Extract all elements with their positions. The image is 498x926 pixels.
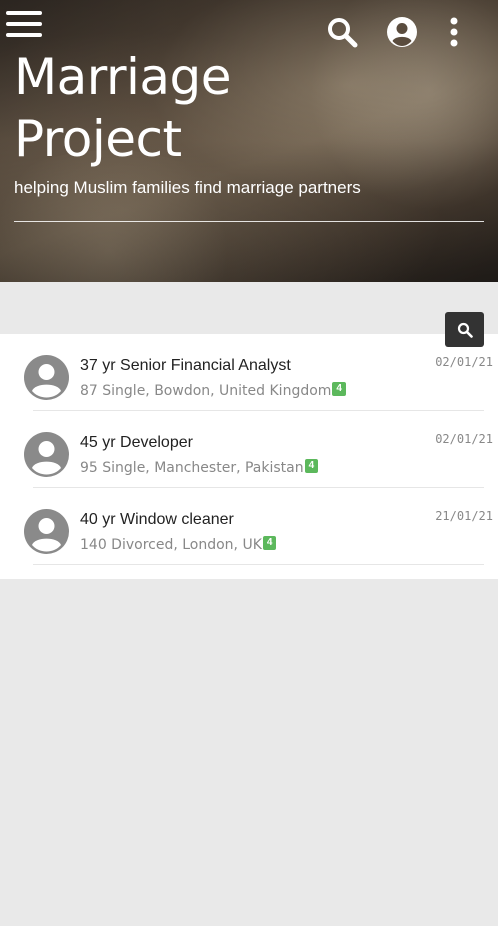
profile-details: 140 Divorced, London, UK	[80, 537, 262, 553]
count-badge: 4	[332, 382, 346, 396]
profile-list: 37 yr Senior Financial Analyst 87 Single…	[0, 334, 498, 579]
search-icon[interactable]	[326, 16, 358, 48]
search-button[interactable]	[445, 312, 484, 347]
profile-list-item[interactable]: 45 yr Developer 95 Single, Manchester, P…	[0, 411, 498, 488]
count-badge: 4	[304, 459, 319, 473]
profile-meta: 95 Single, Manchester, Pakistan 4	[80, 459, 319, 476]
profile-meta: 87 Single, Bowdon, United Kingdom 4	[80, 382, 346, 399]
profile-title: 37 yr Senior Financial Analyst	[80, 357, 291, 374]
profile-date: 21/01/21	[435, 509, 493, 523]
profile-details: 87 Single, Bowdon, United Kingdom	[80, 383, 332, 399]
profile-meta: 140 Divorced, London, UK 4	[80, 536, 277, 553]
profile-details: 95 Single, Manchester, Pakistan	[80, 460, 304, 476]
page-subtitle: helping Muslim families find marriage pa…	[14, 178, 361, 197]
more-vertical-icon[interactable]	[446, 16, 462, 48]
profile-date: 02/01/21	[435, 355, 493, 369]
profile-title: 45 yr Developer	[80, 434, 193, 451]
count-badge: 4	[262, 536, 277, 550]
page-title-line-1: Marriage	[14, 48, 232, 106]
avatar-icon	[24, 355, 69, 400]
avatar-icon	[24, 432, 69, 477]
profile-date: 02/01/21	[435, 432, 493, 446]
hero-banner: Marriage Project helping Muslim families…	[0, 0, 498, 282]
page-title: Marriage Project	[14, 46, 314, 170]
page-title-line-2: Project	[14, 110, 182, 168]
hero-divider	[14, 221, 484, 222]
avatar-icon	[24, 509, 69, 554]
profile-title: 40 yr Window cleaner	[80, 511, 234, 528]
list-divider	[33, 564, 484, 565]
hamburger-menu-icon[interactable]	[6, 11, 42, 41]
profile-list-item[interactable]: 37 yr Senior Financial Analyst 87 Single…	[0, 334, 498, 411]
account-circle-icon[interactable]	[386, 16, 418, 48]
profile-list-item[interactable]: 40 yr Window cleaner 140 Divorced, Londo…	[0, 488, 498, 565]
search-icon	[457, 322, 473, 338]
